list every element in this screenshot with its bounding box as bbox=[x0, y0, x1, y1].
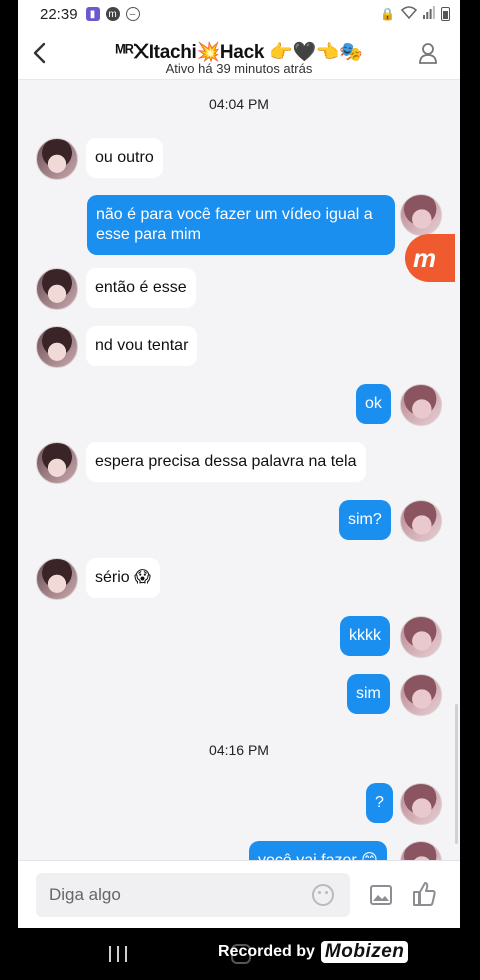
avatar[interactable] bbox=[400, 783, 442, 825]
message-bubble-outgoing[interactable]: sim? bbox=[339, 500, 391, 540]
message-row: ou outro bbox=[18, 136, 460, 180]
avatar[interactable] bbox=[400, 384, 442, 426]
avatar[interactable] bbox=[36, 326, 78, 368]
message-bubble-incoming[interactable]: ou outro bbox=[86, 138, 163, 178]
status-time: 22:39 bbox=[40, 5, 78, 23]
emoji-icon[interactable] bbox=[312, 884, 334, 906]
avatar[interactable] bbox=[400, 616, 442, 658]
phone-frame: 22:39 ▮ m – 🔒 ᴹᴿ᙭Itachi💥Hack 👉🖤👈🎭 Ativo … bbox=[0, 0, 480, 980]
message-row: não é para você fazer um vídeo igual a e… bbox=[18, 194, 460, 255]
profile-button[interactable] bbox=[418, 42, 438, 64]
message-input[interactable] bbox=[36, 873, 350, 917]
message-list[interactable]: 04:04 PM ou outro não é para você fazer … bbox=[18, 80, 460, 860]
message-bubble-incoming[interactable]: espera precisa dessa palavra na tela bbox=[86, 442, 366, 482]
message-composer bbox=[18, 860, 460, 928]
message-row: então é esse bbox=[18, 266, 460, 310]
message-row: sim bbox=[18, 673, 460, 719]
message-bubble-outgoing[interactable]: sim bbox=[347, 674, 390, 714]
mobizen-floating-button[interactable]: m bbox=[405, 234, 455, 282]
message-bubble-outgoing[interactable]: ok bbox=[356, 384, 391, 424]
signal-icon bbox=[423, 6, 435, 22]
message-row: espera precisa dessa palavra na tela bbox=[18, 440, 460, 484]
message-bubble-outgoing[interactable]: você vai fazer 😊 bbox=[249, 841, 387, 860]
image-icon[interactable] bbox=[370, 885, 392, 905]
avatar[interactable] bbox=[400, 194, 442, 236]
message-bubble-outgoing[interactable]: ? bbox=[366, 783, 393, 823]
status-right-icons: 🔒 bbox=[380, 6, 450, 22]
mobizen-icon: m bbox=[105, 7, 120, 21]
recents-button[interactable] bbox=[109, 946, 127, 962]
minus-circle-icon: – bbox=[125, 7, 140, 21]
message-row: sim? bbox=[18, 499, 460, 545]
thumbs-up-icon[interactable] bbox=[411, 881, 437, 907]
avatar[interactable] bbox=[400, 500, 442, 542]
status-bar: 22:39 ▮ m – 🔒 bbox=[18, 0, 460, 28]
recording-watermark: Recorded by Mobizen bbox=[218, 941, 409, 963]
message-bubble-incoming[interactable]: então é esse bbox=[86, 268, 196, 308]
message-row: sério 😱 bbox=[18, 556, 460, 600]
message-row: kkkk bbox=[18, 615, 460, 661]
message-bubble-outgoing[interactable]: kkkk bbox=[340, 616, 390, 656]
notification-icon: ▮ bbox=[85, 7, 100, 21]
avatar[interactable] bbox=[400, 674, 442, 716]
watermark-brand: Mobizen bbox=[320, 941, 409, 963]
lock-icon: 🔒 bbox=[380, 7, 395, 21]
avatar[interactable] bbox=[36, 268, 78, 310]
message-row: você vai fazer 😊 bbox=[18, 840, 460, 860]
message-row: ? bbox=[18, 782, 460, 828]
message-row: nd vou tentar bbox=[18, 324, 460, 368]
avatar[interactable] bbox=[400, 841, 442, 860]
wifi-icon bbox=[400, 6, 418, 22]
avatar[interactable] bbox=[36, 442, 78, 484]
message-bubble-outgoing[interactable]: não é para você fazer um vídeo igual a e… bbox=[87, 195, 395, 255]
timestamp: 04:16 PM bbox=[209, 742, 269, 758]
battery-icon bbox=[441, 7, 450, 21]
scrollbar[interactable] bbox=[455, 704, 458, 844]
active-status: Ativo há 39 minutos atrás bbox=[165, 61, 313, 76]
message-bubble-incoming[interactable]: nd vou tentar bbox=[86, 326, 198, 366]
avatar[interactable] bbox=[36, 138, 78, 180]
app-screen: 22:39 ▮ m – 🔒 ᴹᴿ᙭Itachi💥Hack 👉🖤👈🎭 Ativo … bbox=[18, 0, 460, 928]
message-bubble-incoming[interactable]: sério 😱 bbox=[86, 558, 160, 598]
watermark-prefix: Recorded by bbox=[218, 943, 315, 960]
avatar[interactable] bbox=[36, 558, 78, 600]
timestamp: 04:04 PM bbox=[209, 96, 269, 112]
chat-header: ᴹᴿ᙭Itachi💥Hack 👉🖤👈🎭 Ativo há 39 minutos … bbox=[18, 28, 460, 80]
message-row: ok bbox=[18, 383, 460, 429]
user-icon bbox=[419, 43, 437, 64]
